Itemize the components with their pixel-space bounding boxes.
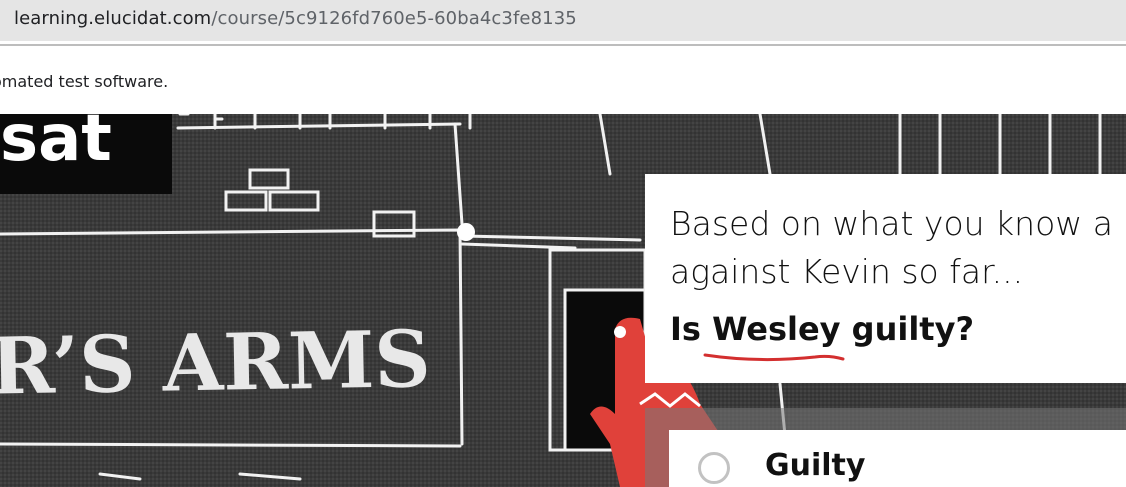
url-text[interactable]: learning.elucidat.com/course/5c9126fd760… <box>14 8 577 29</box>
answer-option-guilty[interactable]: Guilty <box>669 430 1126 487</box>
question-prompt: Based on what you know a against Kevin s… <box>670 200 1113 296</box>
url-host: learning.elucidat.com <box>14 8 212 29</box>
sign-text-top: sat <box>0 114 112 176</box>
answer-options-panel: Guilty <box>645 408 1126 487</box>
url-path: /course/5c9126fd760e5-60ba4c3fe8135 <box>211 8 577 29</box>
infobar-message: omated test software. <box>0 72 169 91</box>
emphasis-underline <box>703 353 845 362</box>
question-title-prefix: Is <box>670 310 713 348</box>
automation-infobar: omated test software. <box>0 46 1126 114</box>
course-content: sat R’S ARMS Based on what you know a ag… <box>0 114 1126 487</box>
answer-option-label: Guilty <box>765 448 866 483</box>
question-card: Based on what you know a against Kevin s… <box>645 174 1126 383</box>
question-line-2: against Kevin so far... <box>670 252 1024 291</box>
question-title: Is Wesley guilty? <box>670 310 974 348</box>
browser-address-bar[interactable]: learning.elucidat.com/course/5c9126fd760… <box>0 0 1126 41</box>
question-line-1: Based on what you know a <box>670 204 1113 243</box>
question-title-emphasis: Wesley <box>712 310 841 348</box>
question-title-suffix: guilty? <box>840 310 975 348</box>
sign-text-main: R’S ARMS <box>0 314 431 413</box>
radio-button[interactable] <box>698 452 730 484</box>
